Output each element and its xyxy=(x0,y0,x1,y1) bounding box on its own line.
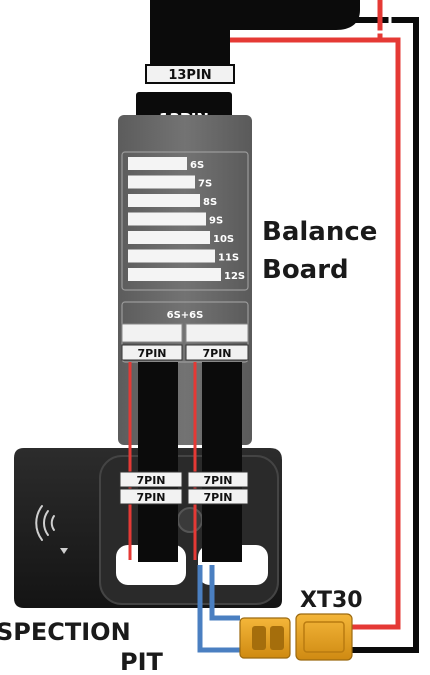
board-title-line2: Board xyxy=(262,255,349,285)
pit-label-bottom-right: 7PIN xyxy=(203,491,232,504)
xt30-female-connector xyxy=(239,617,291,659)
cell-row-bar xyxy=(128,231,210,244)
pit-label-top-left: 7PIN xyxy=(136,474,165,487)
cell-row-bar xyxy=(128,249,215,263)
split-port-left xyxy=(121,323,183,343)
cell-row-label: 6S xyxy=(190,160,204,171)
board-port-label-right: 7PIN xyxy=(202,347,231,360)
pit-label-top-right: 7PIN xyxy=(203,474,232,487)
xt30-male-connector xyxy=(295,613,353,661)
pit-caption-line1: SPECTION xyxy=(0,618,131,646)
cell-row-bar xyxy=(128,157,187,170)
pit-caption-line2: PIT xyxy=(120,648,164,675)
cell-row-bar xyxy=(128,268,221,281)
wiring-diagram: 13PIN 13PIN 6S7S8S9S10S11S12S 6S+6S 7PIN… xyxy=(0,0,419,675)
top-cable-label: 13PIN xyxy=(168,68,211,83)
cable-7pin-left xyxy=(138,362,178,562)
cell-row-bar xyxy=(128,175,195,189)
cell-row-label: 11S xyxy=(218,253,239,264)
cell-row-label: 8S xyxy=(203,197,217,208)
cell-row-bar xyxy=(128,194,200,207)
cell-row-label: 10S xyxy=(213,234,234,245)
split-port-right xyxy=(185,323,249,343)
top-ribbon-cable xyxy=(150,0,230,64)
cell-row-label: 9S xyxy=(209,216,223,227)
pit-label-bottom-left: 7PIN xyxy=(136,491,165,504)
board-title-line1: Balance xyxy=(262,217,377,247)
cell-row-label: 7S xyxy=(198,179,212,190)
xt30-label: XT30 xyxy=(300,588,363,613)
cell-row-bar xyxy=(128,212,206,226)
board-port-label-left: 7PIN xyxy=(137,347,166,360)
cable-7pin-right xyxy=(202,362,242,562)
top-cable-bend xyxy=(230,0,360,30)
cell-row-label: 12S xyxy=(224,271,245,282)
split-label: 6S+6S xyxy=(167,310,204,321)
